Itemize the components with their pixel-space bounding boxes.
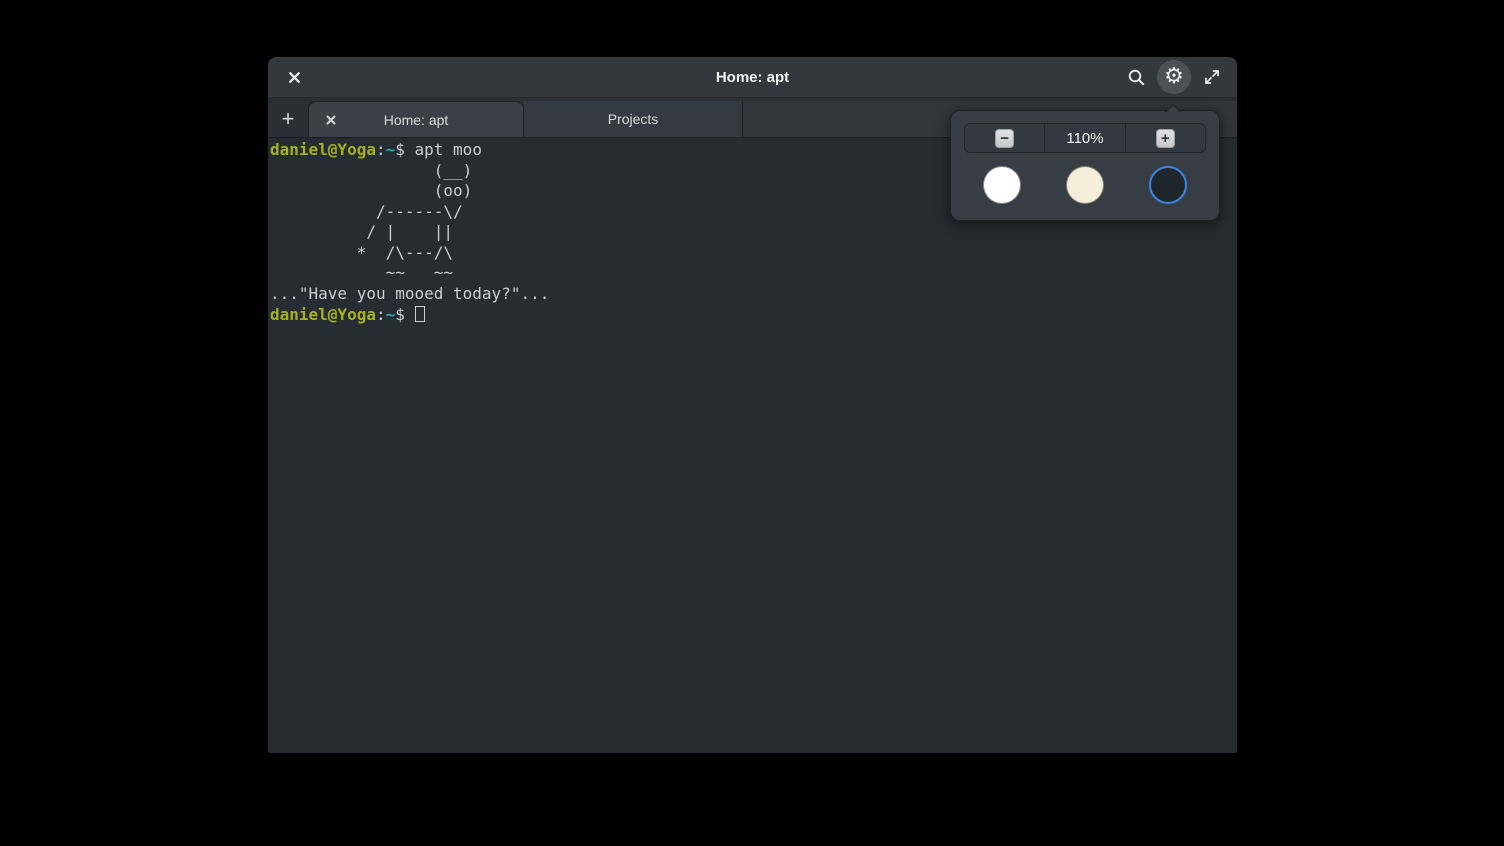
terminal-line: daniel@Yoga:~$ [270,304,1237,326]
terminal-text-segment: ..."Have you mooed today?"... [270,284,549,303]
terminal-text-segment: /------\/ [270,202,463,221]
tab-home-apt[interactable]: Home: apt [308,101,524,137]
terminal-text-segment: ~~ ~~ [270,263,453,282]
settings-menu-button[interactable]: ⚙ [1157,60,1191,94]
tab-close-icon [325,114,337,126]
terminal-text-segment: / | || [270,222,453,241]
header-left-controls [277,60,311,94]
terminal-text-segment: (oo) [270,181,472,200]
terminal-text-segment: : [376,140,386,159]
zoom-in-button[interactable]: + [1125,124,1205,152]
tab-projects[interactable]: Projects [524,101,743,137]
terminal-text-segment: $ [395,140,414,159]
window-title: Home: apt [268,69,1237,86]
fullscreen-icon [1203,68,1221,86]
terminal-line: / | || [270,222,1237,243]
header-bar: Home: apt ⚙ [268,57,1237,98]
terminal-cursor [415,306,425,322]
header-right-controls: ⚙ [1119,60,1229,94]
theme-light-button[interactable] [983,166,1021,204]
fullscreen-button[interactable] [1195,60,1229,94]
terminal-text-segment: daniel@Yoga [270,140,376,159]
zoom-in-icon: + [1156,129,1175,148]
terminal-line: ~~ ~~ [270,263,1237,284]
terminal-text-segment: apt moo [415,140,482,159]
terminal-text-segment: $ [395,305,414,324]
zoom-controls: − 110% + [964,123,1206,153]
theme-sepia-button[interactable] [1066,166,1104,204]
popover-arrow [1160,104,1184,112]
terminal-output[interactable]: daniel@Yoga:~$ apt moo (__) (oo) /------… [268,138,1237,753]
theme-selector [983,166,1187,204]
zoom-out-icon: − [995,129,1014,148]
search-icon [1127,68,1146,87]
new-tab-button[interactable]: + [268,101,308,137]
close-icon [287,70,302,85]
terminal-text-segment: ~ [386,140,396,159]
tab-label: Projects [608,111,659,127]
gear-icon: ⚙ [1164,66,1184,88]
terminal-text-segment: daniel@Yoga [270,305,376,324]
zoom-level: 110% [1044,124,1124,152]
tab-label: Home: apt [384,112,449,128]
zoom-level-value: 110% [1066,130,1103,147]
settings-popover: − 110% + [950,110,1220,221]
close-window-button[interactable] [277,60,311,94]
terminal-line: ..."Have you mooed today?"... [270,284,1237,305]
terminal-text-segment: (__) [270,161,472,180]
terminal-text-segment: * /\---/\ [270,243,453,262]
theme-dark-button[interactable] [1149,166,1187,204]
terminal-text-segment: : [376,305,386,324]
tab-close-button[interactable] [319,108,343,132]
terminal-text-segment: ~ [386,305,396,324]
zoom-out-button[interactable]: − [965,124,1044,152]
search-button[interactable] [1119,60,1153,94]
terminal-line: * /\---/\ [270,243,1237,264]
